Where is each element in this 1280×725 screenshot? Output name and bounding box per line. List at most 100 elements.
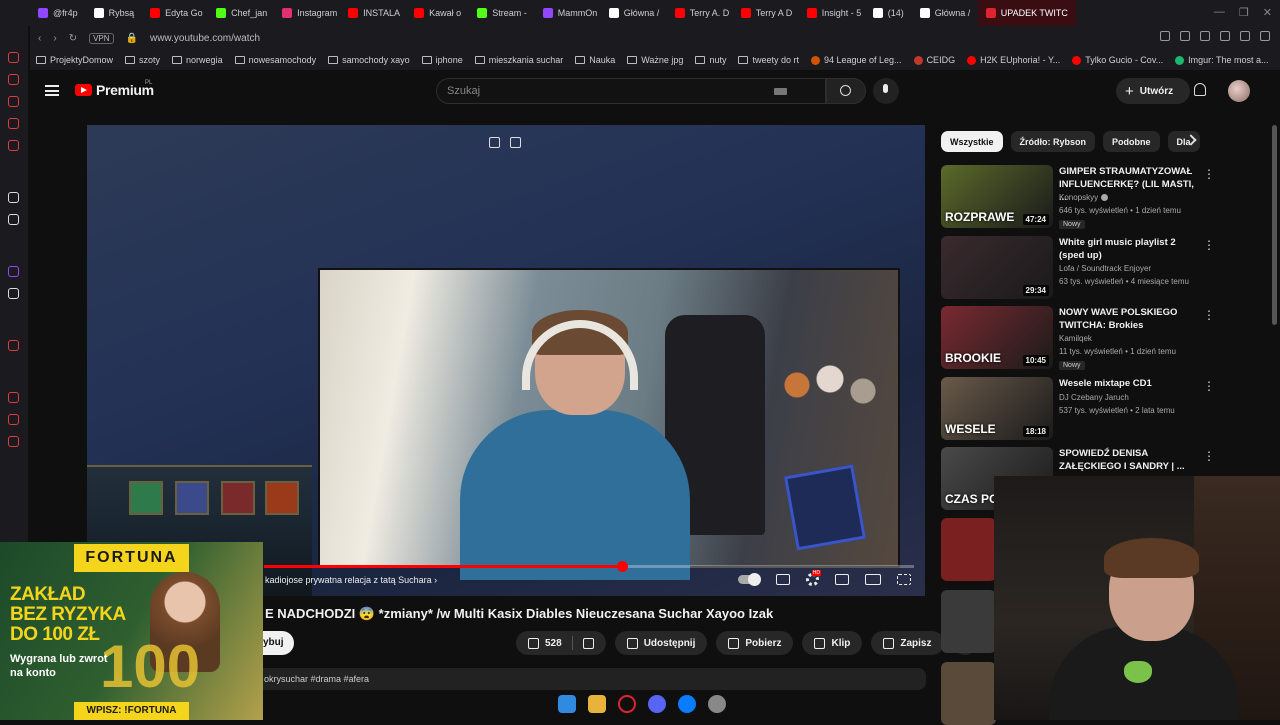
ai-icon[interactable] <box>8 192 19 203</box>
bookmark-item[interactable]: ProjektyDomow <box>36 55 113 65</box>
browser-tab[interactable]: Rybsą <box>86 0 143 26</box>
clock-icon[interactable] <box>8 392 19 403</box>
downloads-icon[interactable] <box>1240 31 1250 41</box>
browser-tab[interactable]: Terry A. D <box>667 0 733 26</box>
recommended-title[interactable]: White girl music playlist 2 (sped up) <box>1059 236 1199 262</box>
bookmark-item[interactable]: Nauka <box>575 55 615 65</box>
download-button[interactable]: Pobierz <box>716 631 794 655</box>
notifications-bell-icon[interactable] <box>1194 83 1206 96</box>
progress-bar[interactable] <box>264 561 914 572</box>
create-button[interactable]: + Utwórz <box>1116 78 1190 104</box>
recommended-video[interactable]: 29:34 White girl music playlist 2 (sped u… <box>941 236 1266 300</box>
openai-icon[interactable] <box>8 214 19 225</box>
bookmark-item[interactable]: samochody xayo <box>328 55 410 65</box>
voice-search-button[interactable] <box>873 78 899 104</box>
url-field[interactable]: www.youtube.com/watch <box>150 33 260 44</box>
browser-tab[interactable]: @fr4p <box>30 0 86 26</box>
bookmark-item[interactable]: Imgur: The most a... <box>1175 55 1269 65</box>
browser-tab[interactable]: Edyta Go <box>142 0 208 26</box>
filter-chip[interactable]: Wszystkie <box>941 131 1003 152</box>
more-options-icon[interactable]: ⋮ <box>1203 449 1215 463</box>
autoplay-toggle[interactable] <box>738 573 761 586</box>
description-box[interactable]: okrysuchar #drama #afera <box>248 668 926 690</box>
subtitles-icon[interactable] <box>776 574 790 585</box>
browser-tab[interactable]: (14) <box>865 0 912 26</box>
video-thumbnail[interactable] <box>941 590 996 653</box>
video-thumbnail[interactable] <box>941 518 996 581</box>
recommended-video[interactable]: WESELE 18:18 Wesele mixtape CD1 DJ Czebany … <box>941 377 1266 441</box>
channel-name[interactable]: Kamilqek <box>1059 334 1092 343</box>
messenger-icon[interactable] <box>8 52 19 63</box>
browser-tab[interactable]: Chef_jan <box>208 0 274 26</box>
browser-tab[interactable]: Instagram <box>274 0 340 26</box>
share-button[interactable]: Udostępnij <box>614 631 708 655</box>
search-button[interactable] <box>826 78 866 104</box>
steam-icon[interactable] <box>708 695 726 713</box>
screenshot-icon[interactable] <box>1180 31 1190 41</box>
channel-name[interactable]: Konopskyy <box>1059 193 1109 202</box>
thumbs-down-icon[interactable] <box>582 637 594 649</box>
progress-scrubber[interactable] <box>616 561 628 572</box>
browser-tab[interactable]: MammOn <box>535 0 601 26</box>
channel-name[interactable]: DJ Czebany Jaruch <box>1059 393 1129 402</box>
video-player[interactable]: kadiojose prywatna relacja z tatą Suchar… <box>87 125 925 596</box>
more-options-icon[interactable]: ⋮ <box>1203 308 1215 322</box>
menu-icon[interactable] <box>1260 31 1270 41</box>
more-options-icon[interactable]: ⋮ <box>1203 379 1215 393</box>
wallet-icon[interactable] <box>8 96 19 107</box>
browser-tab[interactable]: UPADEK TWITC <box>977 0 1076 26</box>
recommended-video[interactable]: BROOKIE 10:45 NOWY WAVE POLSKIEGO TWITCHA:… <box>941 306 1266 370</box>
file-explorer-icon[interactable] <box>588 695 606 713</box>
keyboard-icon[interactable] <box>774 88 787 95</box>
opera-icon[interactable] <box>618 695 636 713</box>
history-icon[interactable] <box>8 74 19 85</box>
bookmark-item[interactable]: nowesamochody <box>234 55 316 65</box>
instagram-icon[interactable] <box>8 118 19 129</box>
minimize-icon[interactable]: — <box>1214 6 1225 19</box>
extensions-icon[interactable] <box>1220 31 1230 41</box>
browser-tab[interactable]: Stream - <box>469 0 535 26</box>
video-thumbnail[interactable]: 29:34 <box>941 236 1053 299</box>
browser-tab[interactable]: Kawał o <box>406 0 469 26</box>
page-scrollbar[interactable] <box>1272 125 1277 325</box>
cast-icon[interactable] <box>510 137 521 148</box>
windows-start-icon[interactable] <box>558 695 576 713</box>
filter-chip[interactable]: Podobne <box>1103 131 1160 152</box>
video-thumbnail[interactable]: WESELE 18:18 <box>941 377 1053 440</box>
youtube-premium-logo[interactable]: Premium PL <box>75 80 154 98</box>
flow-icon[interactable] <box>8 414 19 425</box>
close-icon[interactable]: ✕ <box>1263 6 1272 19</box>
miniplayer-icon[interactable] <box>489 137 500 148</box>
bookmark-item[interactable]: H2K EUphoria! - Y... <box>967 55 1060 65</box>
theater-mode-icon[interactable] <box>865 574 881 585</box>
twitch-icon[interactable] <box>8 266 19 277</box>
bookmark-item[interactable]: nuty <box>695 55 726 65</box>
x-icon[interactable] <box>8 288 19 299</box>
more-options-icon[interactable]: ⋮ <box>1203 167 1215 181</box>
bookmark-item[interactable]: szoty <box>125 55 160 65</box>
recommended-title[interactable]: NOWY WAVE POLSKIEGO TWITCHA: Brokies <box>1059 306 1199 332</box>
bookmark-item[interactable]: Ważne jpg <box>627 55 683 65</box>
account-avatar[interactable] <box>1228 80 1250 102</box>
player-icon[interactable] <box>8 140 19 151</box>
browser-tab[interactable]: Terry A D <box>733 0 799 26</box>
save-button[interactable]: Zapisz <box>871 631 944 655</box>
back-icon[interactable]: ‹ <box>38 33 41 44</box>
search-input[interactable]: Szukaj <box>436 78 826 104</box>
more-options-icon[interactable]: ⋮ <box>1203 238 1215 252</box>
miniplayer-button-icon[interactable] <box>835 574 849 585</box>
maximize-icon[interactable]: ❐ <box>1239 6 1249 19</box>
recommended-title[interactable]: SPOWIEDŹ DENISA ZAŁĘCKIEGO I SANDRY | ..… <box>1059 447 1199 473</box>
shield-icon[interactable] <box>1200 31 1210 41</box>
video-thumbnail[interactable]: ROZPRAWE 47:24 <box>941 165 1053 228</box>
video-thumbnail[interactable] <box>941 662 996 725</box>
chapter-title[interactable]: kadiojose prywatna relacja z tatą Suchar… <box>265 575 437 585</box>
bookmark-item[interactable]: 94 League of Leg... <box>810 55 902 65</box>
like-button[interactable]: 528 <box>516 631 606 655</box>
add-icon[interactable] <box>8 340 19 351</box>
clip-button[interactable]: Klip <box>802 631 863 655</box>
browser-tab[interactable]: Insight - 5 <box>799 0 865 26</box>
video-thumbnail[interactable]: BROOKIE 10:45 <box>941 306 1053 369</box>
settings-icon[interactable] <box>8 436 19 447</box>
forward-icon[interactable]: › <box>53 33 56 44</box>
